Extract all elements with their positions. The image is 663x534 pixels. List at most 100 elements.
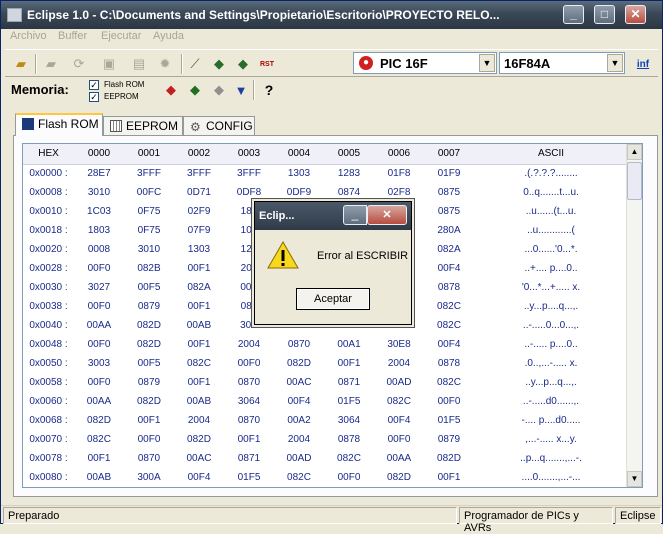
save-icon[interactable]: ▣ [99, 54, 119, 74]
ascii-cell: '0...*...+..... x. [521, 282, 581, 293]
address-cell: 0x0040 : [29, 320, 68, 331]
menu-ejecutar[interactable]: Ejecutar [101, 30, 141, 42]
hex-cell: 082D [387, 472, 411, 483]
write-chip-icon[interactable]: ◆ [209, 54, 229, 74]
eeprom-checkbox[interactable]: ✓ [89, 92, 99, 102]
eeprom-label: EEPROM [104, 92, 139, 101]
address-cell: 0x0070 : [29, 434, 68, 445]
menu-buffer[interactable]: Buffer [58, 30, 87, 42]
menu-ayuda[interactable]: Ayuda [153, 30, 184, 42]
hex-cell: 082D [187, 434, 211, 445]
table-row[interactable]: 0x0078 : 00F1 0870 00AC 0871 00AD 082C 00AA 082D… [23, 449, 628, 468]
hex-cell: 00A2 [287, 415, 311, 426]
hex-cell: 1283 [337, 168, 361, 180]
hex-cell: 01F5 [337, 396, 361, 407]
scroll-down-button[interactable]: ▼ [627, 471, 642, 487]
table-row[interactable]: 0x0060 : 00AA 082D 00AB 3064 00F4 01F5 082C 00F0… [23, 392, 628, 411]
close-button[interactable]: ✕ [625, 5, 646, 24]
verify-chip-icon[interactable]: ◆ [233, 54, 253, 74]
address-cell: 0x0000 : [29, 168, 68, 180]
table-row[interactable]: 0x0068 : 082D 00F1 2004 0870 00A2 3064 00F4 01F5… [23, 411, 628, 430]
tab-config[interactable]: ⚙ CONFIG [183, 116, 255, 136]
reset-label: RST [260, 60, 274, 68]
address-cell: 0x0030 : [29, 282, 68, 293]
dialog-close-button[interactable]: ✕ [367, 205, 407, 225]
monitor-icon[interactable]: ▤ [129, 54, 149, 74]
hex-cell: 082C [87, 434, 111, 445]
chevron-down-icon[interactable]: ▼ [607, 54, 623, 72]
hex-cell: 2004 [287, 434, 311, 445]
hex-cell: 082C [437, 377, 461, 388]
error-dialog: Eclip... _ ✕ Error al ESCRIBIR Aceptar [254, 201, 412, 325]
hex-cell: 00F0 [437, 396, 461, 407]
blank-check-icon[interactable]: ◆ [209, 80, 229, 100]
table-row[interactable]: 0x0050 : 3003 00F5 082C 00F0 082D 00F1 2004 0878… [23, 354, 628, 373]
table-row[interactable]: 0x0058 : 00F0 0879 00F1 0870 00AC 0871 00AD 082C… [23, 373, 628, 392]
hex-cell: 1303 [287, 168, 311, 180]
title-bar[interactable]: Eclipse 1.0 - C:\Documents and Settings\… [1, 1, 662, 29]
hex-cell: 082D [137, 339, 161, 350]
help-icon[interactable]: ? [259, 80, 279, 100]
hex-cell: 00F0 [87, 301, 111, 312]
hex-cell: 082C [287, 472, 311, 483]
reload-icon[interactable]: ⟳ [69, 54, 89, 74]
erase-icon[interactable]: ◆ [161, 80, 181, 100]
hex-cell: 00F5 [137, 358, 161, 369]
table-row[interactable]: 0x0070 : 082C 00F0 082D 00F1 2004 0878 00F0 0879… [23, 430, 628, 449]
flash-rom-checkbox[interactable]: ✓ [89, 80, 99, 90]
chip-icon [22, 118, 34, 130]
minimize-button[interactable]: _ [563, 5, 584, 24]
hex-cell: 0008 [87, 244, 111, 255]
device-model-select[interactable]: 16F84A ▼ [499, 52, 625, 74]
maximize-button[interactable]: □ [594, 5, 615, 24]
accept-button[interactable]: Aceptar [296, 288, 370, 310]
chevron-down-icon[interactable]: ▼ [479, 54, 495, 72]
read-chip-icon[interactable]: ⟋ [185, 54, 205, 74]
hex-cell: 00AB [86, 472, 112, 483]
open-icon[interactable]: ▰ [41, 54, 61, 74]
hex-cell: 0878 [437, 358, 461, 369]
ascii-cell: 0..q.......t...u. [523, 187, 579, 198]
gears-icon: ⚙ [190, 120, 201, 134]
dialog-minimize-button[interactable]: _ [343, 205, 367, 225]
tab-eeprom-label: EEPROM [126, 119, 179, 133]
main-toolbar: ▰ ▰ ⟳ ▣ ▤ ✹ ⟋ ◆ ◆ RST ● PIC 16F ▼ 16F84A… [5, 49, 658, 77]
tab-flash-rom[interactable]: Flash ROM [15, 113, 103, 136]
ascii-cell: ..u............( [527, 225, 575, 236]
address-cell: 0x0058 : [29, 377, 68, 388]
table-row[interactable]: 0x0048 : 00F0 082D 00F1 2004 0870 00A1 30E8 00F4… [23, 335, 628, 354]
hex-cell: 0870 [287, 339, 311, 350]
vertical-scrollbar[interactable]: ▲ ▼ [626, 144, 642, 487]
dialog-title-bar[interactable]: Eclip... _ ✕ [255, 202, 411, 230]
chip-icon[interactable]: ✹ [155, 54, 175, 74]
open-folder-icon[interactable]: ▰ [11, 54, 31, 74]
header-col: 0006 [374, 144, 424, 165]
program-icon[interactable]: ◆ [185, 80, 205, 100]
window-title: Eclipse 1.0 - C:\Documents and Settings\… [27, 8, 500, 22]
hex-cell: 00F1 [87, 453, 111, 464]
ascii-cell: ,...-..... x...y. [525, 434, 577, 445]
hex-cell: 0875 [437, 206, 461, 217]
hex-cell: 082D [137, 396, 161, 407]
table-row[interactable]: 0x0000 : 28E7 3FFF 3FFF 3FFF 1303 1283 01F8 01F9… [23, 164, 628, 183]
hex-cell: 00F4 [437, 339, 461, 350]
header-col: 0005 [324, 144, 374, 165]
hex-cell: 00F1 [187, 263, 211, 274]
menu-bar: Archivo Buffer Ejecutar Ayuda [1, 29, 662, 47]
hex-cell: 00AA [86, 396, 112, 407]
reset-icon[interactable]: RST [257, 54, 277, 74]
hex-cell: 3010 [137, 244, 161, 255]
scroll-up-button[interactable]: ▲ [627, 144, 642, 160]
tab-eeprom[interactable]: EEPROM [103, 116, 183, 136]
download-icon[interactable]: ▼ [231, 80, 251, 100]
table-row[interactable]: 0x0080 : 00AB 300A 00F4 01F5 082C 00F0 082D 00F1… [23, 468, 628, 487]
hex-cell: 0DF9 [286, 187, 312, 198]
header-hex: HEX [23, 144, 74, 165]
device-family-select[interactable]: ● PIC 16F ▼ [353, 52, 497, 74]
table-row[interactable]: 0x0008 : 3010 00FC 0D71 0DF8 0DF9 0874 02F8 0875… [23, 183, 628, 202]
info-button[interactable]: inf [633, 54, 653, 74]
status-description: Programador de PICs y AVRs [459, 507, 613, 534]
menu-archivo[interactable]: Archivo [10, 30, 47, 42]
scroll-thumb[interactable] [627, 162, 642, 200]
address-cell: 0x0028 : [29, 263, 68, 274]
